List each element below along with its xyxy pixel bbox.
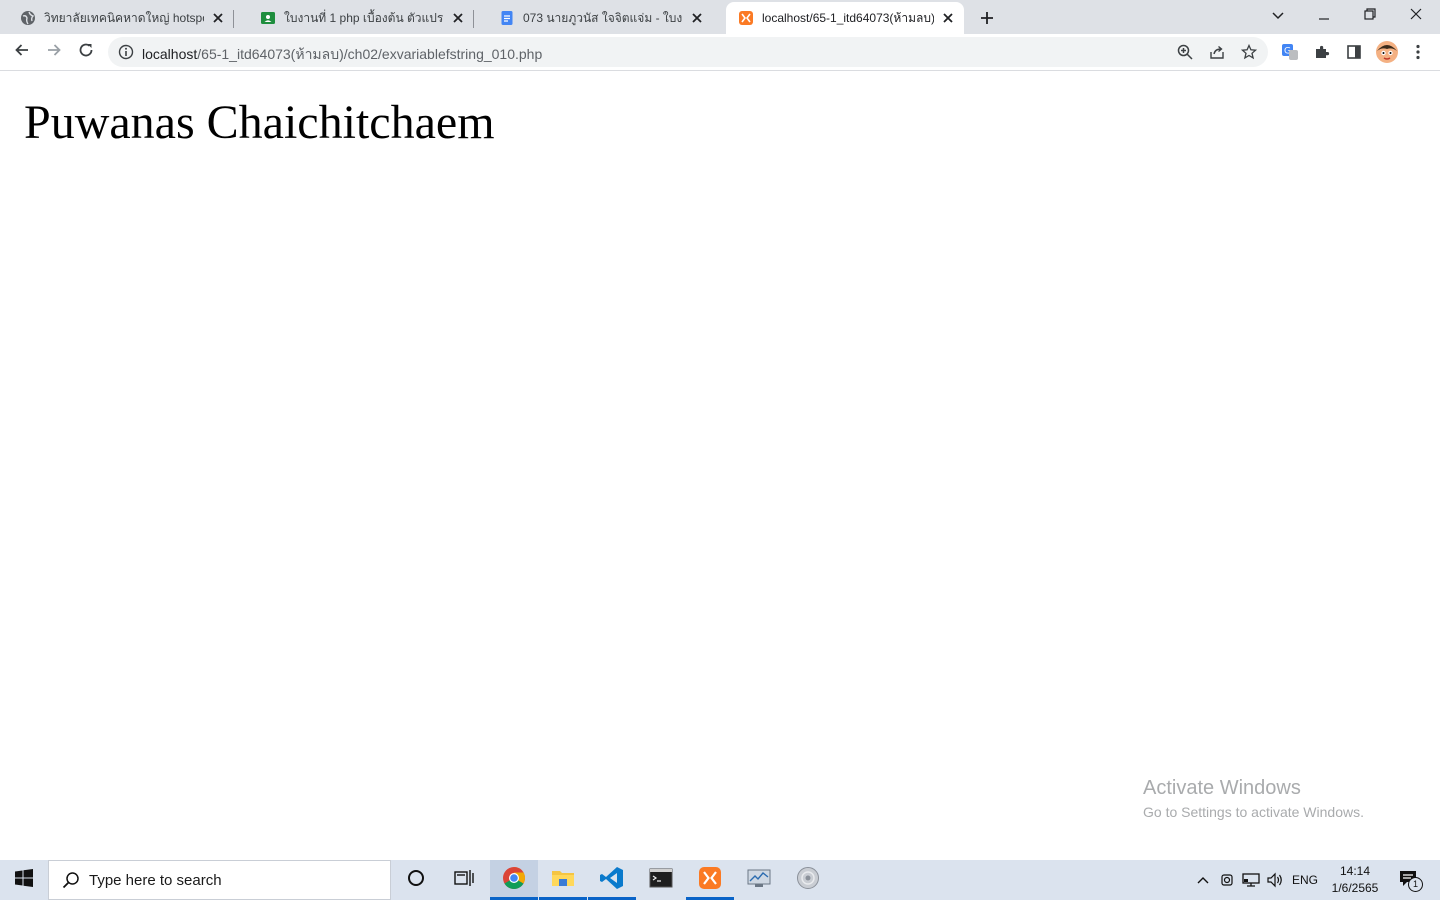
chevron-up-icon — [1197, 873, 1209, 887]
menu-kebab-icon[interactable] — [1407, 41, 1429, 63]
tab-title: ใบงานที่ 1 php เบื้องต้น ตัวแปร ชนิดข้อ — [284, 10, 444, 25]
minimize-button[interactable] — [1301, 0, 1347, 32]
resource-monitor-icon — [747, 868, 771, 893]
restore-button[interactable] — [1347, 0, 1393, 32]
meet-now-icon[interactable] — [1217, 860, 1237, 900]
globe-icon — [20, 10, 36, 26]
restore-icon — [1364, 7, 1376, 25]
tab-strip: วิทยาลัยเทคนิคหาดใหญ่ hotspot > lo ใบงาน… — [0, 0, 1440, 34]
show-hidden-icons-button[interactable] — [1192, 860, 1214, 900]
task-view-button[interactable] — [440, 860, 488, 900]
notification-count-badge: 1 — [1408, 877, 1423, 892]
new-tab-button[interactable] — [975, 6, 999, 30]
back-button[interactable] — [6, 36, 38, 68]
clock-time: 14:14 — [1339, 864, 1371, 878]
forward-button[interactable] — [38, 36, 70, 68]
tab-title: 073 นายภูวนัส ใจจิตแจ่ม - ใบงานที่ 1 — [523, 10, 683, 25]
classroom-icon — [260, 10, 276, 26]
windows-logo-icon — [15, 868, 33, 892]
minimize-icon — [1318, 7, 1330, 25]
translate-extension-icon[interactable]: G — [1279, 41, 1301, 63]
info-icon[interactable] — [118, 44, 134, 60]
tab-title: localhost/65-1_itd64073(ห้ามลบ)/ch — [762, 10, 934, 25]
cortana-circle-icon — [407, 869, 425, 892]
network-icon[interactable] — [1240, 860, 1262, 900]
close-tab-icon[interactable] — [940, 10, 956, 26]
reload-icon — [78, 42, 94, 63]
reload-button[interactable] — [70, 36, 102, 68]
page-heading: Puwanas Chaichitchaem — [24, 96, 495, 149]
share-icon[interactable] — [1207, 42, 1227, 62]
notification-icon: 1 — [1399, 870, 1423, 892]
close-window-button[interactable] — [1393, 0, 1439, 32]
arrow-right-icon — [46, 42, 62, 63]
watermark-subtitle: Go to Settings to activate Windows. — [1143, 804, 1364, 820]
url-host: localhost — [142, 46, 198, 62]
tab-title: วิทยาลัยเทคนิคหาดใหญ่ hotspot > lo — [44, 10, 204, 25]
taskbar-app-vscode[interactable] — [588, 860, 636, 900]
close-tab-icon[interactable] — [450, 10, 466, 26]
tab-localhost[interactable]: localhost/65-1_itd64073(ห้ามลบ)/ch — [726, 2, 964, 34]
zoom-icon[interactable] — [1175, 42, 1195, 62]
xampp-icon — [738, 10, 754, 26]
bookmark-star-icon[interactable] — [1239, 42, 1259, 62]
page-content: Puwanas Chaichitchaem Activate Windows G… — [0, 71, 1440, 860]
taskbar-app-file-explorer[interactable] — [539, 860, 587, 900]
windows-taskbar: Type here to search ENG 14:14 1/6/2565 1 — [0, 860, 1440, 900]
side-panel-icon[interactable] — [1343, 41, 1365, 63]
taskbar-app-terminal[interactable] — [637, 860, 685, 900]
taskbar-clock[interactable]: 14:14 1/6/2565 — [1325, 863, 1385, 897]
arrow-left-icon — [14, 42, 30, 63]
task-view-icon — [454, 869, 474, 892]
input-language-indicator[interactable]: ENG — [1289, 860, 1321, 900]
profile-avatar[interactable] — [1375, 40, 1399, 64]
address-bar[interactable]: localhost/65-1_itd64073(ห้ามลบ)/ch02/exv… — [108, 37, 1268, 67]
folder-icon — [551, 868, 575, 893]
chrome-icon — [502, 866, 526, 895]
tab-separator — [473, 10, 474, 28]
tab-separator — [233, 10, 234, 28]
activate-windows-watermark: Activate Windows Go to Settings to activ… — [1143, 776, 1364, 822]
clock-date: 1/6/2565 — [1331, 881, 1379, 895]
close-icon — [1410, 7, 1422, 25]
tab-classroom[interactable]: ใบงานที่ 1 php เบื้องต้น ตัวแปร ชนิดข้อ — [248, 2, 474, 34]
search-icon — [61, 870, 81, 890]
start-button[interactable] — [0, 860, 48, 900]
extensions-puzzle-icon[interactable] — [1311, 41, 1333, 63]
cortana-button[interactable] — [392, 860, 440, 900]
taskbar-app-monitor[interactable] — [735, 860, 783, 900]
tab-docs[interactable]: 073 นายภูวนัส ใจจิตแจ่ม - ใบงานที่ 1 — [487, 2, 713, 34]
tab-search-button[interactable] — [1255, 0, 1301, 32]
chevron-down-icon — [1272, 7, 1284, 25]
browser-toolbar: localhost/65-1_itd64073(ห้ามลบ)/ch02/exv… — [0, 34, 1440, 71]
action-center-button[interactable]: 1 — [1392, 860, 1428, 900]
watermark-title: Activate Windows — [1143, 777, 1301, 799]
taskbar-search-box[interactable]: Type here to search — [48, 860, 391, 900]
docs-icon — [499, 10, 515, 26]
taskbar-app-disc[interactable] — [784, 860, 832, 900]
disc-icon — [796, 866, 820, 895]
tab-hotspot[interactable]: วิทยาลัยเทคนิคหาดใหญ่ hotspot > lo — [8, 2, 234, 34]
close-tab-icon[interactable] — [210, 10, 226, 26]
search-placeholder: Type here to search — [89, 871, 222, 889]
taskbar-app-chrome[interactable] — [490, 860, 538, 900]
volume-icon[interactable] — [1264, 860, 1286, 900]
terminal-icon — [649, 868, 673, 893]
vscode-icon — [600, 866, 624, 895]
url-path: /65-1_itd64073(ห้ามลบ)/ch02/exvariablefs… — [197, 46, 543, 62]
xampp-icon — [698, 866, 722, 895]
close-tab-icon[interactable] — [689, 10, 705, 26]
url-text: localhost/65-1_itd64073(ห้ามลบ)/ch02/exv… — [142, 44, 542, 66]
taskbar-app-xampp[interactable] — [686, 860, 734, 900]
